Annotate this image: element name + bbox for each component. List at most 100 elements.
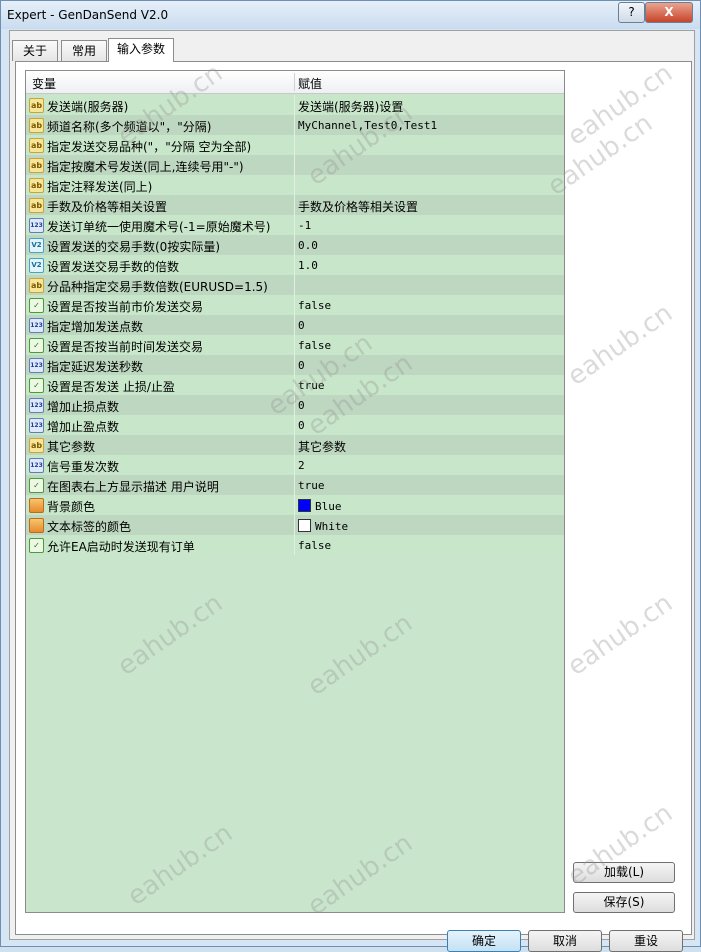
parameter-row[interactable]: 123 信号重发次数 2 bbox=[26, 455, 564, 475]
save-button[interactable]: 保存(S) bbox=[573, 892, 675, 913]
boolean-type-icon: ✓ bbox=[29, 338, 44, 353]
header-variable[interactable]: 变量 bbox=[32, 75, 56, 92]
header-separator[interactable] bbox=[294, 73, 295, 91]
integer-type-icon: 123 bbox=[29, 318, 44, 333]
column-separator bbox=[294, 335, 295, 355]
parameter-value[interactable]: 2 bbox=[298, 459, 305, 472]
parameter-value[interactable]: false bbox=[298, 299, 331, 312]
parameter-name: 背景颜色 bbox=[47, 500, 96, 514]
parameter-row[interactable]: ab 频道名称(多个频道以"，"分隔) MyChannel,Test0,Test1 bbox=[26, 115, 564, 135]
column-separator bbox=[294, 255, 295, 275]
parameter-value[interactable]: White bbox=[298, 519, 348, 533]
integer-type-icon: 123 bbox=[29, 218, 44, 233]
parameter-value[interactable]: -1 bbox=[298, 219, 311, 232]
parameter-name: 分品种指定交易手数倍数(EURUSD=1.5) bbox=[47, 280, 268, 294]
parameter-value[interactable]: MyChannel,Test0,Test1 bbox=[298, 119, 437, 132]
column-separator bbox=[294, 395, 295, 415]
parameter-value[interactable]: 其它参数 bbox=[298, 438, 346, 455]
column-separator bbox=[294, 455, 295, 475]
parameter-row[interactable]: 123 指定增加发送点数 0 bbox=[26, 315, 564, 335]
title-bar[interactable]: Expert - GenDanSend V2.0 ? X bbox=[1, 1, 700, 29]
parameter-row[interactable]: ab 手数及价格等相关设置 手数及价格等相关设置 bbox=[26, 195, 564, 215]
parameter-name: 设置是否发送 止损/止盈 bbox=[47, 380, 175, 394]
parameter-row[interactable]: ab 指定按魔术号发送(同上,连续号用"-") bbox=[26, 155, 564, 175]
parameter-value[interactable]: 发送端(服务器)设置 bbox=[298, 98, 403, 115]
grid-header: 变量 赋值 bbox=[26, 71, 564, 94]
parameter-value[interactable]: true bbox=[298, 379, 325, 392]
reset-button[interactable]: 重设 bbox=[609, 930, 683, 952]
parameter-row[interactable]: 背景颜色 Blue bbox=[26, 495, 564, 515]
column-separator bbox=[294, 295, 295, 315]
parameter-name: 指定按魔术号发送(同上,连续号用"-") bbox=[47, 160, 244, 174]
integer-type-icon: 123 bbox=[29, 418, 44, 433]
string-type-icon: ab bbox=[29, 98, 44, 113]
parameter-row[interactable]: ab 其它参数 其它参数 bbox=[26, 435, 564, 455]
boolean-type-icon: ✓ bbox=[29, 298, 44, 313]
parameter-row[interactable]: V2 设置发送的交易手数(0按实际量) 0.0 bbox=[26, 235, 564, 255]
header-value[interactable]: 赋值 bbox=[298, 75, 322, 92]
ok-button[interactable]: 确定 bbox=[447, 930, 521, 952]
parameter-row[interactable]: ✓ 在图表右上方显示描述 用户说明 true bbox=[26, 475, 564, 495]
parameter-row[interactable]: ✓ 允许EA启动时发送现有订单 false bbox=[26, 535, 564, 555]
parameter-row[interactable]: 123 增加止盈点数 0 bbox=[26, 415, 564, 435]
help-button[interactable]: ? bbox=[618, 2, 645, 23]
parameter-value[interactable]: Blue bbox=[298, 499, 342, 513]
parameter-name: 在图表右上方显示描述 用户说明 bbox=[47, 480, 219, 494]
parameter-row[interactable]: ab 分品种指定交易手数倍数(EURUSD=1.5) bbox=[26, 275, 564, 295]
string-type-icon: ab bbox=[29, 438, 44, 453]
parameter-value[interactable]: 0 bbox=[298, 319, 305, 332]
tab-common[interactable]: 常用 bbox=[61, 40, 107, 61]
parameter-row[interactable]: ✓ 设置是否发送 止损/止盈 true bbox=[26, 375, 564, 395]
parameter-value[interactable]: false bbox=[298, 539, 331, 552]
parameter-value[interactable]: false bbox=[298, 339, 331, 352]
parameter-row[interactable]: ✓ 设置是否按当前市价发送交易 false bbox=[26, 295, 564, 315]
close-button[interactable]: X bbox=[645, 2, 693, 23]
parameter-name: 设置是否按当前时间发送交易 bbox=[47, 340, 204, 354]
parameter-value[interactable]: 0 bbox=[298, 399, 305, 412]
parameter-value[interactable]: 0 bbox=[298, 419, 305, 432]
column-separator bbox=[294, 435, 295, 455]
parameter-name: 手数及价格等相关设置 bbox=[47, 200, 168, 214]
load-button[interactable]: 加载(L) bbox=[573, 862, 675, 883]
parameter-row[interactable]: V2 设置发送交易手数的倍数 1.0 bbox=[26, 255, 564, 275]
parameter-row[interactable]: 文本标签的颜色 White bbox=[26, 515, 564, 535]
string-type-icon: ab bbox=[29, 198, 44, 213]
parameter-name: 指定增加发送点数 bbox=[47, 320, 144, 334]
column-separator bbox=[294, 275, 295, 295]
parameter-value[interactable]: 手数及价格等相关设置 bbox=[298, 198, 418, 215]
integer-type-icon: 123 bbox=[29, 398, 44, 413]
parameter-row[interactable]: ab 指定注释发送(同上) bbox=[26, 175, 564, 195]
parameter-value[interactable]: 0 bbox=[298, 359, 305, 372]
parameter-value[interactable]: 1.0 bbox=[298, 259, 318, 272]
parameter-row[interactable]: 123 发送订单统一使用魔术号(-1=原始魔术号) -1 bbox=[26, 215, 564, 235]
parameter-value[interactable]: 0.0 bbox=[298, 239, 318, 252]
parameter-row[interactable]: ✓ 设置是否按当前时间发送交易 false bbox=[26, 335, 564, 355]
color-type-icon bbox=[29, 518, 44, 533]
parameter-row[interactable]: 123 增加止损点数 0 bbox=[26, 395, 564, 415]
column-separator bbox=[294, 375, 295, 395]
inputs-panel: 变量 赋值 ab 发送端(服务器) 发送端(服务器)设置 ab 频道名称(多个频道以"，… bbox=[15, 61, 692, 935]
parameter-name: 发送端(服务器) bbox=[47, 100, 129, 114]
parameter-name: 设置是否按当前市价发送交易 bbox=[47, 300, 204, 314]
parameter-name: 文本标签的颜色 bbox=[47, 520, 132, 534]
parameter-row[interactable]: 123 指定延迟发送秒数 0 bbox=[26, 355, 564, 375]
parameter-row[interactable]: ab 指定发送交易品种("，"分隔 空为全部) bbox=[26, 135, 564, 155]
boolean-type-icon: ✓ bbox=[29, 378, 44, 393]
column-separator bbox=[294, 355, 295, 375]
parameter-name: 指定注释发送(同上) bbox=[47, 180, 153, 194]
string-type-icon: ab bbox=[29, 278, 44, 293]
color-swatch bbox=[298, 519, 311, 532]
column-separator bbox=[294, 115, 295, 135]
parameter-row[interactable]: ab 发送端(服务器) 发送端(服务器)设置 bbox=[26, 95, 564, 115]
parameter-name: 增加止损点数 bbox=[47, 400, 120, 414]
parameter-name: 指定发送交易品种("，"分隔 空为全部) bbox=[47, 140, 252, 154]
parameter-value[interactable]: true bbox=[298, 479, 325, 492]
boolean-type-icon: ✓ bbox=[29, 478, 44, 493]
parameter-name: 设置发送交易手数的倍数 bbox=[47, 260, 180, 274]
color-swatch bbox=[298, 499, 311, 512]
column-separator bbox=[294, 215, 295, 235]
tab-about[interactable]: 关于 bbox=[12, 40, 58, 61]
cancel-button[interactable]: 取消 bbox=[528, 930, 602, 952]
column-separator bbox=[294, 175, 295, 195]
tab-inputs[interactable]: 输入参数 bbox=[108, 38, 174, 62]
